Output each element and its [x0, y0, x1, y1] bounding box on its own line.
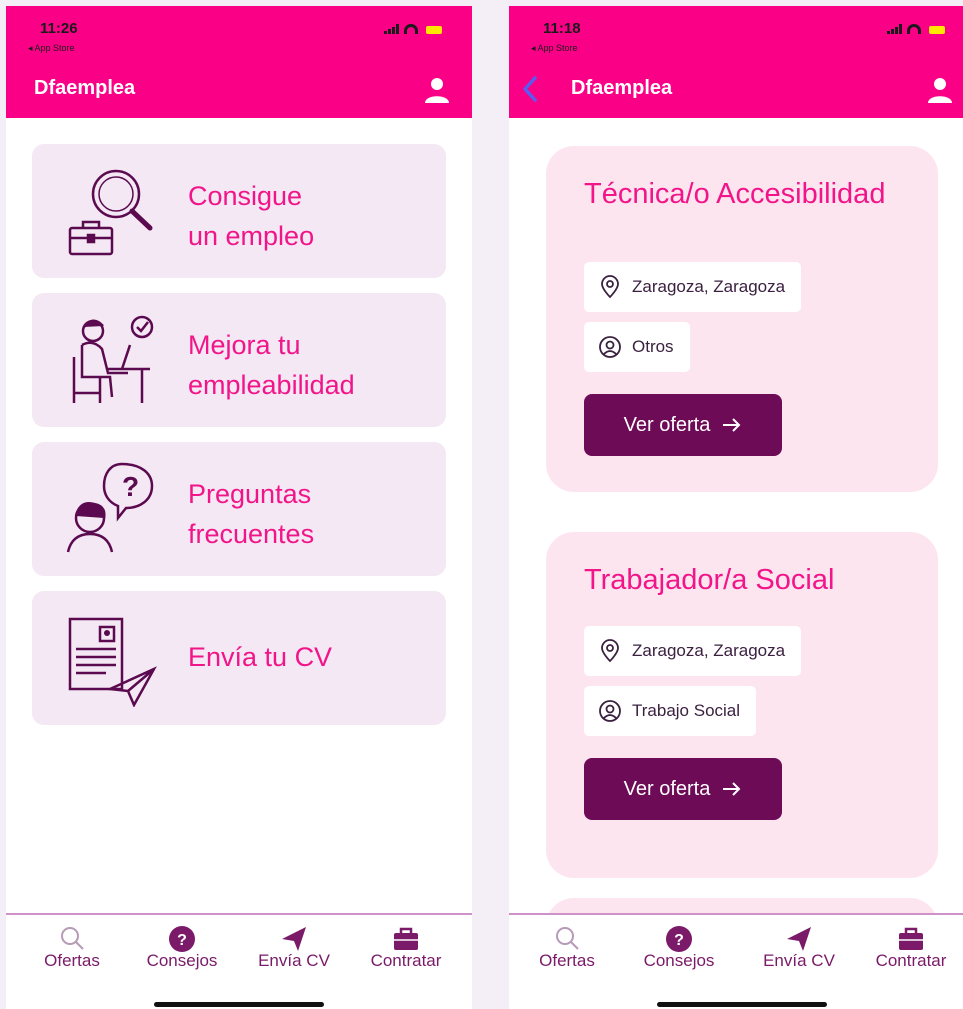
tab-label: Consejos	[643, 951, 715, 970]
tab-label: Envía CV	[258, 951, 330, 970]
user-circle-icon	[599, 700, 621, 722]
svg-text:?: ?	[674, 932, 684, 949]
tab-envia-cv[interactable]: Envía CV	[236, 915, 352, 979]
user-icon[interactable]	[927, 76, 953, 104]
menu-label: Consigue un empleo	[188, 181, 315, 251]
arrow-right-icon	[723, 418, 741, 432]
location-chip: Zaragoza, Zaragoza	[584, 626, 802, 676]
help-circle-icon: ?	[666, 926, 692, 952]
tab-contratar[interactable]: Contratar	[853, 915, 963, 979]
app-header: Dfaemplea	[509, 62, 963, 118]
tab-label: Ofertas	[44, 951, 100, 970]
status-time: 11:18	[543, 20, 581, 37]
svg-text:?: ?	[177, 932, 187, 949]
wifi-icon	[404, 24, 418, 34]
menu-card-preguntas-frecuentes[interactable]: ? Preguntas frecuentes	[32, 442, 446, 576]
location-chip: Zaragoza, Zaragoza	[584, 262, 802, 312]
tab-label: Envía CV	[763, 951, 835, 970]
tab-label: Ofertas	[539, 951, 595, 970]
job-offers-screen: 11:18 ◂ App Store Dfaemplea Técnica/o Ac…	[509, 6, 963, 1009]
job-card: Técnica/o Accesibilidad Zaragoza, Zarago…	[546, 146, 938, 492]
menu-card-envia-cv[interactable]: Envía tu CV	[32, 591, 446, 725]
tab-label: Contratar	[370, 951, 442, 970]
tab-consejos[interactable]: ? Consejos	[124, 915, 240, 979]
tab-envia-cv[interactable]: Envía CV	[741, 915, 857, 979]
tab-consejos[interactable]: ? Consejos	[621, 915, 737, 979]
user-icon[interactable]	[424, 76, 450, 104]
job-list: Técnica/o Accesibilidad Zaragoza, Zarago…	[509, 118, 963, 958]
battery-icon	[426, 26, 442, 34]
category-chip: Trabajo Social	[584, 686, 757, 736]
battery-icon	[929, 26, 945, 34]
ver-oferta-button[interactable]: Ver oferta	[584, 758, 782, 820]
back-to-app-store-link[interactable]: ◂ App Store	[28, 43, 75, 54]
tab-ofertas[interactable]: Ofertas	[509, 915, 625, 979]
tab-bar: Ofertas ? Consejos Envía CV Contratar	[6, 913, 472, 1009]
chevron-left-icon[interactable]	[515, 72, 549, 106]
help-circle-icon: ?	[169, 926, 195, 952]
job-title: Trabajador/a Social	[584, 564, 835, 596]
tab-ofertas[interactable]: Ofertas	[14, 915, 130, 979]
job-category: Trabajo Social	[632, 701, 741, 720]
menu-label: Preguntas frecuentes	[188, 479, 315, 549]
button-label: Ver oferta	[623, 413, 711, 436]
home-screen: 11:26 ◂ App Store Dfaemplea Consigue un …	[6, 6, 472, 1009]
job-search-icon	[68, 169, 153, 256]
app-title: Dfaemplea	[571, 77, 673, 99]
person-laptop-icon	[72, 315, 154, 403]
user-circle-icon	[599, 336, 621, 358]
category-chip: Otros	[584, 322, 690, 372]
tab-bar: Ofertas ? Consejos Envía CV Contratar	[509, 913, 963, 1009]
send-cv-icon	[68, 617, 157, 707]
tab-contratar[interactable]: Contratar	[348, 915, 464, 979]
search-icon	[61, 927, 84, 950]
button-label: Ver oferta	[623, 777, 711, 800]
send-icon	[282, 927, 306, 951]
menu-card-mejora-empleabilidad[interactable]: Mejora tu empleabilidad	[32, 293, 446, 427]
ver-oferta-button[interactable]: Ver oferta	[584, 394, 782, 456]
signal-icon	[887, 24, 902, 34]
app-header: Dfaemplea	[6, 62, 472, 118]
job-card: Trabajador/a Social Zaragoza, Zaragoza T…	[546, 532, 938, 878]
location-pin-icon	[601, 639, 619, 663]
home-indicator[interactable]	[657, 1002, 827, 1007]
home-indicator[interactable]	[154, 1002, 324, 1007]
tab-label: Consejos	[146, 951, 218, 970]
briefcase-icon	[899, 927, 923, 950]
job-category: Otros	[632, 337, 674, 356]
signal-icon	[384, 24, 399, 34]
status-bar: 11:26 ◂ App Store	[6, 6, 472, 62]
menu-card-consigue-empleo[interactable]: Consigue un empleo	[32, 144, 446, 278]
menu-label: Envía tu CV	[188, 642, 333, 672]
menu-label: Mejora tu empleabilidad	[188, 330, 355, 400]
job-title: Técnica/o Accesibilidad	[584, 178, 886, 210]
app-title: Dfaemplea	[34, 77, 136, 99]
location-pin-icon	[601, 275, 619, 299]
wifi-icon	[907, 24, 921, 34]
tab-label: Contratar	[875, 951, 947, 970]
search-icon	[556, 927, 579, 950]
system-icons	[887, 24, 945, 34]
job-location: Zaragoza, Zaragoza	[632, 641, 786, 660]
svg-text:?: ?	[122, 471, 139, 502]
job-location: Zaragoza, Zaragoza	[632, 277, 786, 296]
faq-person-icon: ?	[66, 462, 154, 553]
status-time: 11:26	[40, 20, 78, 37]
back-to-app-store-link[interactable]: ◂ App Store	[531, 43, 578, 54]
status-bar: 11:18 ◂ App Store	[509, 6, 963, 62]
system-icons	[384, 24, 442, 34]
arrow-right-icon	[723, 782, 741, 796]
briefcase-icon	[394, 927, 418, 950]
home-menu: Consigue un empleo Mejora tu empleabilid…	[6, 118, 472, 913]
send-icon	[787, 927, 811, 951]
